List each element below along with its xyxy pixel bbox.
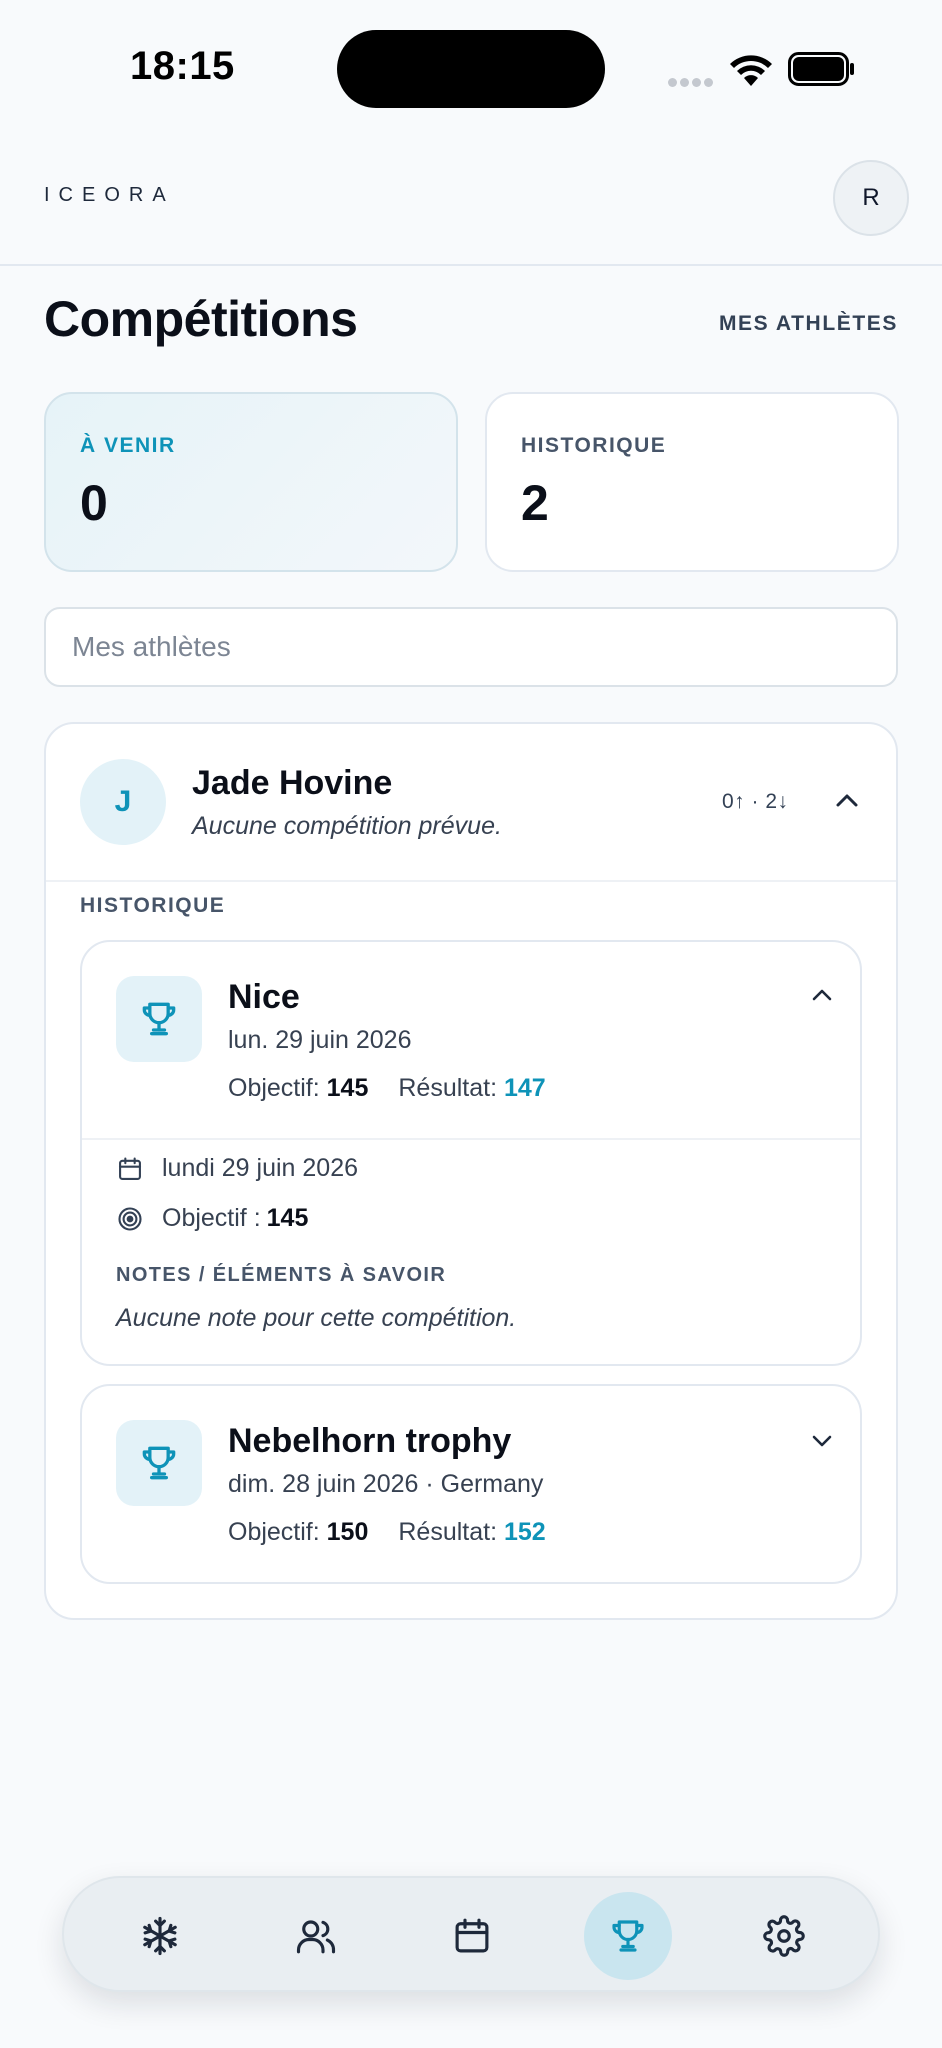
result-value: 152 [504,1518,546,1546]
history-section-label: HISTORIQUE [80,894,226,917]
chevron-up-icon[interactable] [832,786,862,816]
trophy-icon [116,1420,202,1506]
users-icon [296,1920,336,1954]
nav-calendar-button[interactable] [428,1892,516,1980]
user-avatar[interactable]: R [833,160,909,236]
app-header: ICEORA R [0,140,942,266]
athlete-header[interactable]: J Jade Hovine Aucune compétition prévue.… [46,724,896,882]
goal-label: Objectif: [228,1518,320,1546]
calendar-icon [119,1156,141,1180]
trophy-icon [612,1920,644,1952]
chevron-up-icon[interactable] [808,982,836,1010]
trophy-icon [116,976,202,1062]
nav-snowflake-button[interactable] [116,1892,204,1980]
stat-label: HISTORIQUE [521,434,667,457]
divider [82,1138,860,1140]
competition-date: dim. 28 juin 2026 · Germany [228,1470,544,1498]
gear-icon [763,1915,805,1957]
competition-scores: Objectif: 150 Résultat: 152 [228,1518,546,1547]
notes-text: Aucune note pour cette compétition. [116,1304,517,1332]
app-logo: ICEORA [44,184,175,206]
stat-value: 2 [521,475,549,531]
page-title: Compétitions [44,291,358,347]
goal-value: 150 [326,1518,369,1546]
competition-name: Nice [228,978,300,1016]
goal-label: Objectif: [228,1074,320,1102]
result-label: Résultat: [398,1074,498,1102]
athlete-avatar: J [80,759,166,845]
athlete-card: J Jade Hovine Aucune compétition prévue.… [44,722,898,1620]
result-value: 147 [504,1074,546,1102]
battery-icon [788,52,854,86]
result-label: Résultat: [398,1518,498,1546]
competition-card[interactable]: Nebelhorn trophy dim. 28 juin 2026 · Ger… [80,1384,862,1584]
nav-competitions-button[interactable] [584,1892,672,1980]
detail-date-row: lundi 29 juin 2026 [116,1154,358,1183]
notes-label: NOTES / ÉLÉMENTS À SAVOIR [116,1264,447,1286]
target-icon [118,1206,142,1231]
wifi-icon [730,55,772,86]
goal-value: 145 [326,1074,369,1102]
snowflake-icon [143,1916,177,1956]
athlete-subtitle: Aucune compétition prévue. [192,812,502,840]
stat-label: À VENIR [80,434,176,457]
my-athletes-link[interactable]: MES ATHLÈTES [719,312,898,336]
stat-value: 0 [80,475,108,531]
calendar-icon [455,1918,489,1953]
athlete-counts: 0↑ · 2↓ [722,790,789,813]
competition-name: Nebelhorn trophy [228,1422,512,1460]
competition-card[interactable]: Nice lun. 29 juin 2026 Objectif: 145 Résu… [80,940,862,1366]
competition-date: lun. 29 juin 2026 [228,1026,412,1054]
signal-icon [668,74,718,87]
upcoming-stat-card[interactable]: À VENIR 0 [44,392,458,572]
detail-goal-value: 145 [266,1204,309,1232]
nav-settings-button[interactable] [740,1892,828,1980]
athlete-name: Jade Hovine [192,764,393,802]
status-time: 18:15 [130,44,235,88]
detail-date: lundi 29 juin 2026 [162,1154,358,1182]
competition-scores: Objectif: 145 Résultat: 147 [228,1074,546,1103]
history-stat-card[interactable]: HISTORIQUE 2 [485,392,899,572]
status-bar: 18:15 [0,0,942,140]
dynamic-island [337,30,605,108]
nav-athletes-button[interactable] [272,1892,360,1980]
bottom-nav [62,1876,880,1992]
athlete-search-input[interactable] [44,607,898,687]
detail-goal-label: Objectif : [162,1204,261,1232]
detail-goal-row: Objectif : 145 [116,1204,308,1233]
chevron-down-icon[interactable] [808,1426,836,1454]
